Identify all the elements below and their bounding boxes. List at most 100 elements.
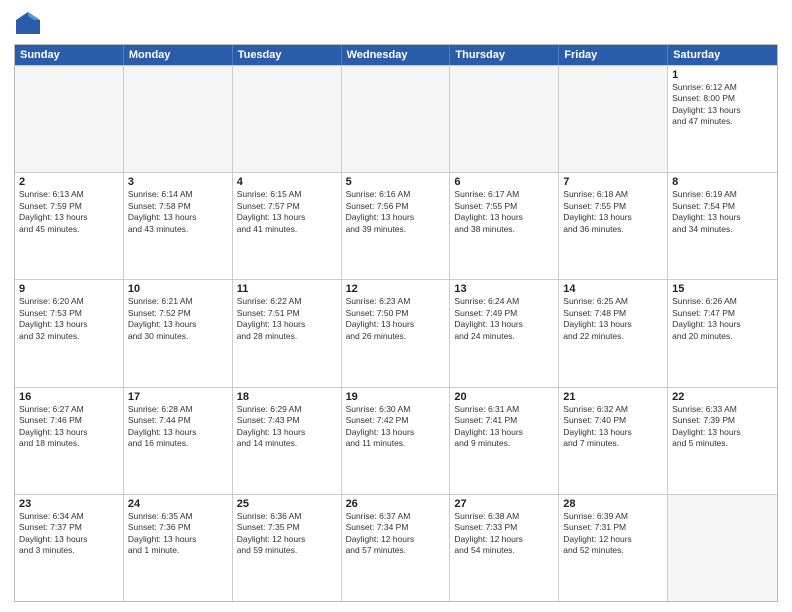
cal-cell: 14Sunrise: 6:25 AM Sunset: 7:48 PM Dayli… — [559, 280, 668, 386]
cal-cell — [559, 66, 668, 172]
day-number: 3 — [128, 176, 228, 188]
cal-cell — [15, 66, 124, 172]
day-number: 14 — [563, 283, 663, 295]
day-number: 25 — [237, 498, 337, 510]
cal-cell: 1Sunrise: 6:12 AM Sunset: 8:00 PM Daylig… — [668, 66, 777, 172]
cal-cell: 25Sunrise: 6:36 AM Sunset: 7:35 PM Dayli… — [233, 495, 342, 601]
day-number: 24 — [128, 498, 228, 510]
cal-cell — [450, 66, 559, 172]
cal-cell: 18Sunrise: 6:29 AM Sunset: 7:43 PM Dayli… — [233, 388, 342, 494]
cell-info: Sunrise: 6:29 AM Sunset: 7:43 PM Dayligh… — [237, 404, 337, 450]
cell-info: Sunrise: 6:12 AM Sunset: 8:00 PM Dayligh… — [672, 82, 773, 128]
cell-info: Sunrise: 6:16 AM Sunset: 7:56 PM Dayligh… — [346, 189, 446, 235]
day-number: 26 — [346, 498, 446, 510]
cal-cell: 28Sunrise: 6:39 AM Sunset: 7:31 PM Dayli… — [559, 495, 668, 601]
cal-cell: 16Sunrise: 6:27 AM Sunset: 7:46 PM Dayli… — [15, 388, 124, 494]
cal-cell: 5Sunrise: 6:16 AM Sunset: 7:56 PM Daylig… — [342, 173, 451, 279]
cell-info: Sunrise: 6:28 AM Sunset: 7:44 PM Dayligh… — [128, 404, 228, 450]
cal-cell: 21Sunrise: 6:32 AM Sunset: 7:40 PM Dayli… — [559, 388, 668, 494]
cal-cell: 22Sunrise: 6:33 AM Sunset: 7:39 PM Dayli… — [668, 388, 777, 494]
cell-info: Sunrise: 6:38 AM Sunset: 7:33 PM Dayligh… — [454, 511, 554, 557]
cell-info: Sunrise: 6:23 AM Sunset: 7:50 PM Dayligh… — [346, 296, 446, 342]
header-day-tuesday: Tuesday — [233, 45, 342, 65]
cal-cell: 4Sunrise: 6:15 AM Sunset: 7:57 PM Daylig… — [233, 173, 342, 279]
cal-row-0: 1Sunrise: 6:12 AM Sunset: 8:00 PM Daylig… — [15, 65, 777, 172]
cell-info: Sunrise: 6:33 AM Sunset: 7:39 PM Dayligh… — [672, 404, 773, 450]
cell-info: Sunrise: 6:39 AM Sunset: 7:31 PM Dayligh… — [563, 511, 663, 557]
header-day-friday: Friday — [559, 45, 668, 65]
cal-cell: 11Sunrise: 6:22 AM Sunset: 7:51 PM Dayli… — [233, 280, 342, 386]
day-number: 2 — [19, 176, 119, 188]
day-number: 15 — [672, 283, 773, 295]
cell-info: Sunrise: 6:21 AM Sunset: 7:52 PM Dayligh… — [128, 296, 228, 342]
cell-info: Sunrise: 6:36 AM Sunset: 7:35 PM Dayligh… — [237, 511, 337, 557]
cal-cell: 2Sunrise: 6:13 AM Sunset: 7:59 PM Daylig… — [15, 173, 124, 279]
day-number: 5 — [346, 176, 446, 188]
day-number: 11 — [237, 283, 337, 295]
logo — [14, 10, 46, 38]
day-number: 12 — [346, 283, 446, 295]
cal-cell — [342, 66, 451, 172]
day-number: 10 — [128, 283, 228, 295]
cell-info: Sunrise: 6:26 AM Sunset: 7:47 PM Dayligh… — [672, 296, 773, 342]
cal-cell: 8Sunrise: 6:19 AM Sunset: 7:54 PM Daylig… — [668, 173, 777, 279]
cell-info: Sunrise: 6:13 AM Sunset: 7:59 PM Dayligh… — [19, 189, 119, 235]
cal-cell: 19Sunrise: 6:30 AM Sunset: 7:42 PM Dayli… — [342, 388, 451, 494]
cal-cell — [668, 495, 777, 601]
cal-cell: 9Sunrise: 6:20 AM Sunset: 7:53 PM Daylig… — [15, 280, 124, 386]
cell-info: Sunrise: 6:19 AM Sunset: 7:54 PM Dayligh… — [672, 189, 773, 235]
day-number: 23 — [19, 498, 119, 510]
cal-cell: 23Sunrise: 6:34 AM Sunset: 7:37 PM Dayli… — [15, 495, 124, 601]
cal-row-3: 16Sunrise: 6:27 AM Sunset: 7:46 PM Dayli… — [15, 387, 777, 494]
cal-cell — [233, 66, 342, 172]
cell-info: Sunrise: 6:31 AM Sunset: 7:41 PM Dayligh… — [454, 404, 554, 450]
day-number: 7 — [563, 176, 663, 188]
cal-cell: 26Sunrise: 6:37 AM Sunset: 7:34 PM Dayli… — [342, 495, 451, 601]
logo-icon — [14, 10, 42, 38]
day-number: 21 — [563, 391, 663, 403]
day-number: 19 — [346, 391, 446, 403]
day-number: 28 — [563, 498, 663, 510]
cal-cell: 17Sunrise: 6:28 AM Sunset: 7:44 PM Dayli… — [124, 388, 233, 494]
day-number: 9 — [19, 283, 119, 295]
cal-row-4: 23Sunrise: 6:34 AM Sunset: 7:37 PM Dayli… — [15, 494, 777, 601]
day-number: 6 — [454, 176, 554, 188]
day-number: 17 — [128, 391, 228, 403]
header — [14, 10, 778, 38]
cell-info: Sunrise: 6:20 AM Sunset: 7:53 PM Dayligh… — [19, 296, 119, 342]
cell-info: Sunrise: 6:14 AM Sunset: 7:58 PM Dayligh… — [128, 189, 228, 235]
calendar: SundayMondayTuesdayWednesdayThursdayFrid… — [14, 44, 778, 602]
cal-cell: 10Sunrise: 6:21 AM Sunset: 7:52 PM Dayli… — [124, 280, 233, 386]
cell-info: Sunrise: 6:27 AM Sunset: 7:46 PM Dayligh… — [19, 404, 119, 450]
cal-cell: 15Sunrise: 6:26 AM Sunset: 7:47 PM Dayli… — [668, 280, 777, 386]
cal-cell: 24Sunrise: 6:35 AM Sunset: 7:36 PM Dayli… — [124, 495, 233, 601]
day-number: 13 — [454, 283, 554, 295]
header-day-saturday: Saturday — [668, 45, 777, 65]
day-number: 22 — [672, 391, 773, 403]
cal-cell: 12Sunrise: 6:23 AM Sunset: 7:50 PM Dayli… — [342, 280, 451, 386]
cal-cell — [124, 66, 233, 172]
cell-info: Sunrise: 6:34 AM Sunset: 7:37 PM Dayligh… — [19, 511, 119, 557]
header-day-wednesday: Wednesday — [342, 45, 451, 65]
cell-info: Sunrise: 6:25 AM Sunset: 7:48 PM Dayligh… — [563, 296, 663, 342]
day-number: 16 — [19, 391, 119, 403]
day-number: 8 — [672, 176, 773, 188]
day-number: 20 — [454, 391, 554, 403]
day-number: 27 — [454, 498, 554, 510]
calendar-header: SundayMondayTuesdayWednesdayThursdayFrid… — [15, 45, 777, 65]
cal-cell: 3Sunrise: 6:14 AM Sunset: 7:58 PM Daylig… — [124, 173, 233, 279]
header-day-sunday: Sunday — [15, 45, 124, 65]
cal-cell: 27Sunrise: 6:38 AM Sunset: 7:33 PM Dayli… — [450, 495, 559, 601]
cell-info: Sunrise: 6:15 AM Sunset: 7:57 PM Dayligh… — [237, 189, 337, 235]
day-number: 4 — [237, 176, 337, 188]
cell-info: Sunrise: 6:30 AM Sunset: 7:42 PM Dayligh… — [346, 404, 446, 450]
cell-info: Sunrise: 6:18 AM Sunset: 7:55 PM Dayligh… — [563, 189, 663, 235]
cal-row-2: 9Sunrise: 6:20 AM Sunset: 7:53 PM Daylig… — [15, 279, 777, 386]
day-number: 1 — [672, 69, 773, 81]
cell-info: Sunrise: 6:35 AM Sunset: 7:36 PM Dayligh… — [128, 511, 228, 557]
header-day-thursday: Thursday — [450, 45, 559, 65]
cell-info: Sunrise: 6:17 AM Sunset: 7:55 PM Dayligh… — [454, 189, 554, 235]
cell-info: Sunrise: 6:32 AM Sunset: 7:40 PM Dayligh… — [563, 404, 663, 450]
cal-cell: 6Sunrise: 6:17 AM Sunset: 7:55 PM Daylig… — [450, 173, 559, 279]
cell-info: Sunrise: 6:24 AM Sunset: 7:49 PM Dayligh… — [454, 296, 554, 342]
